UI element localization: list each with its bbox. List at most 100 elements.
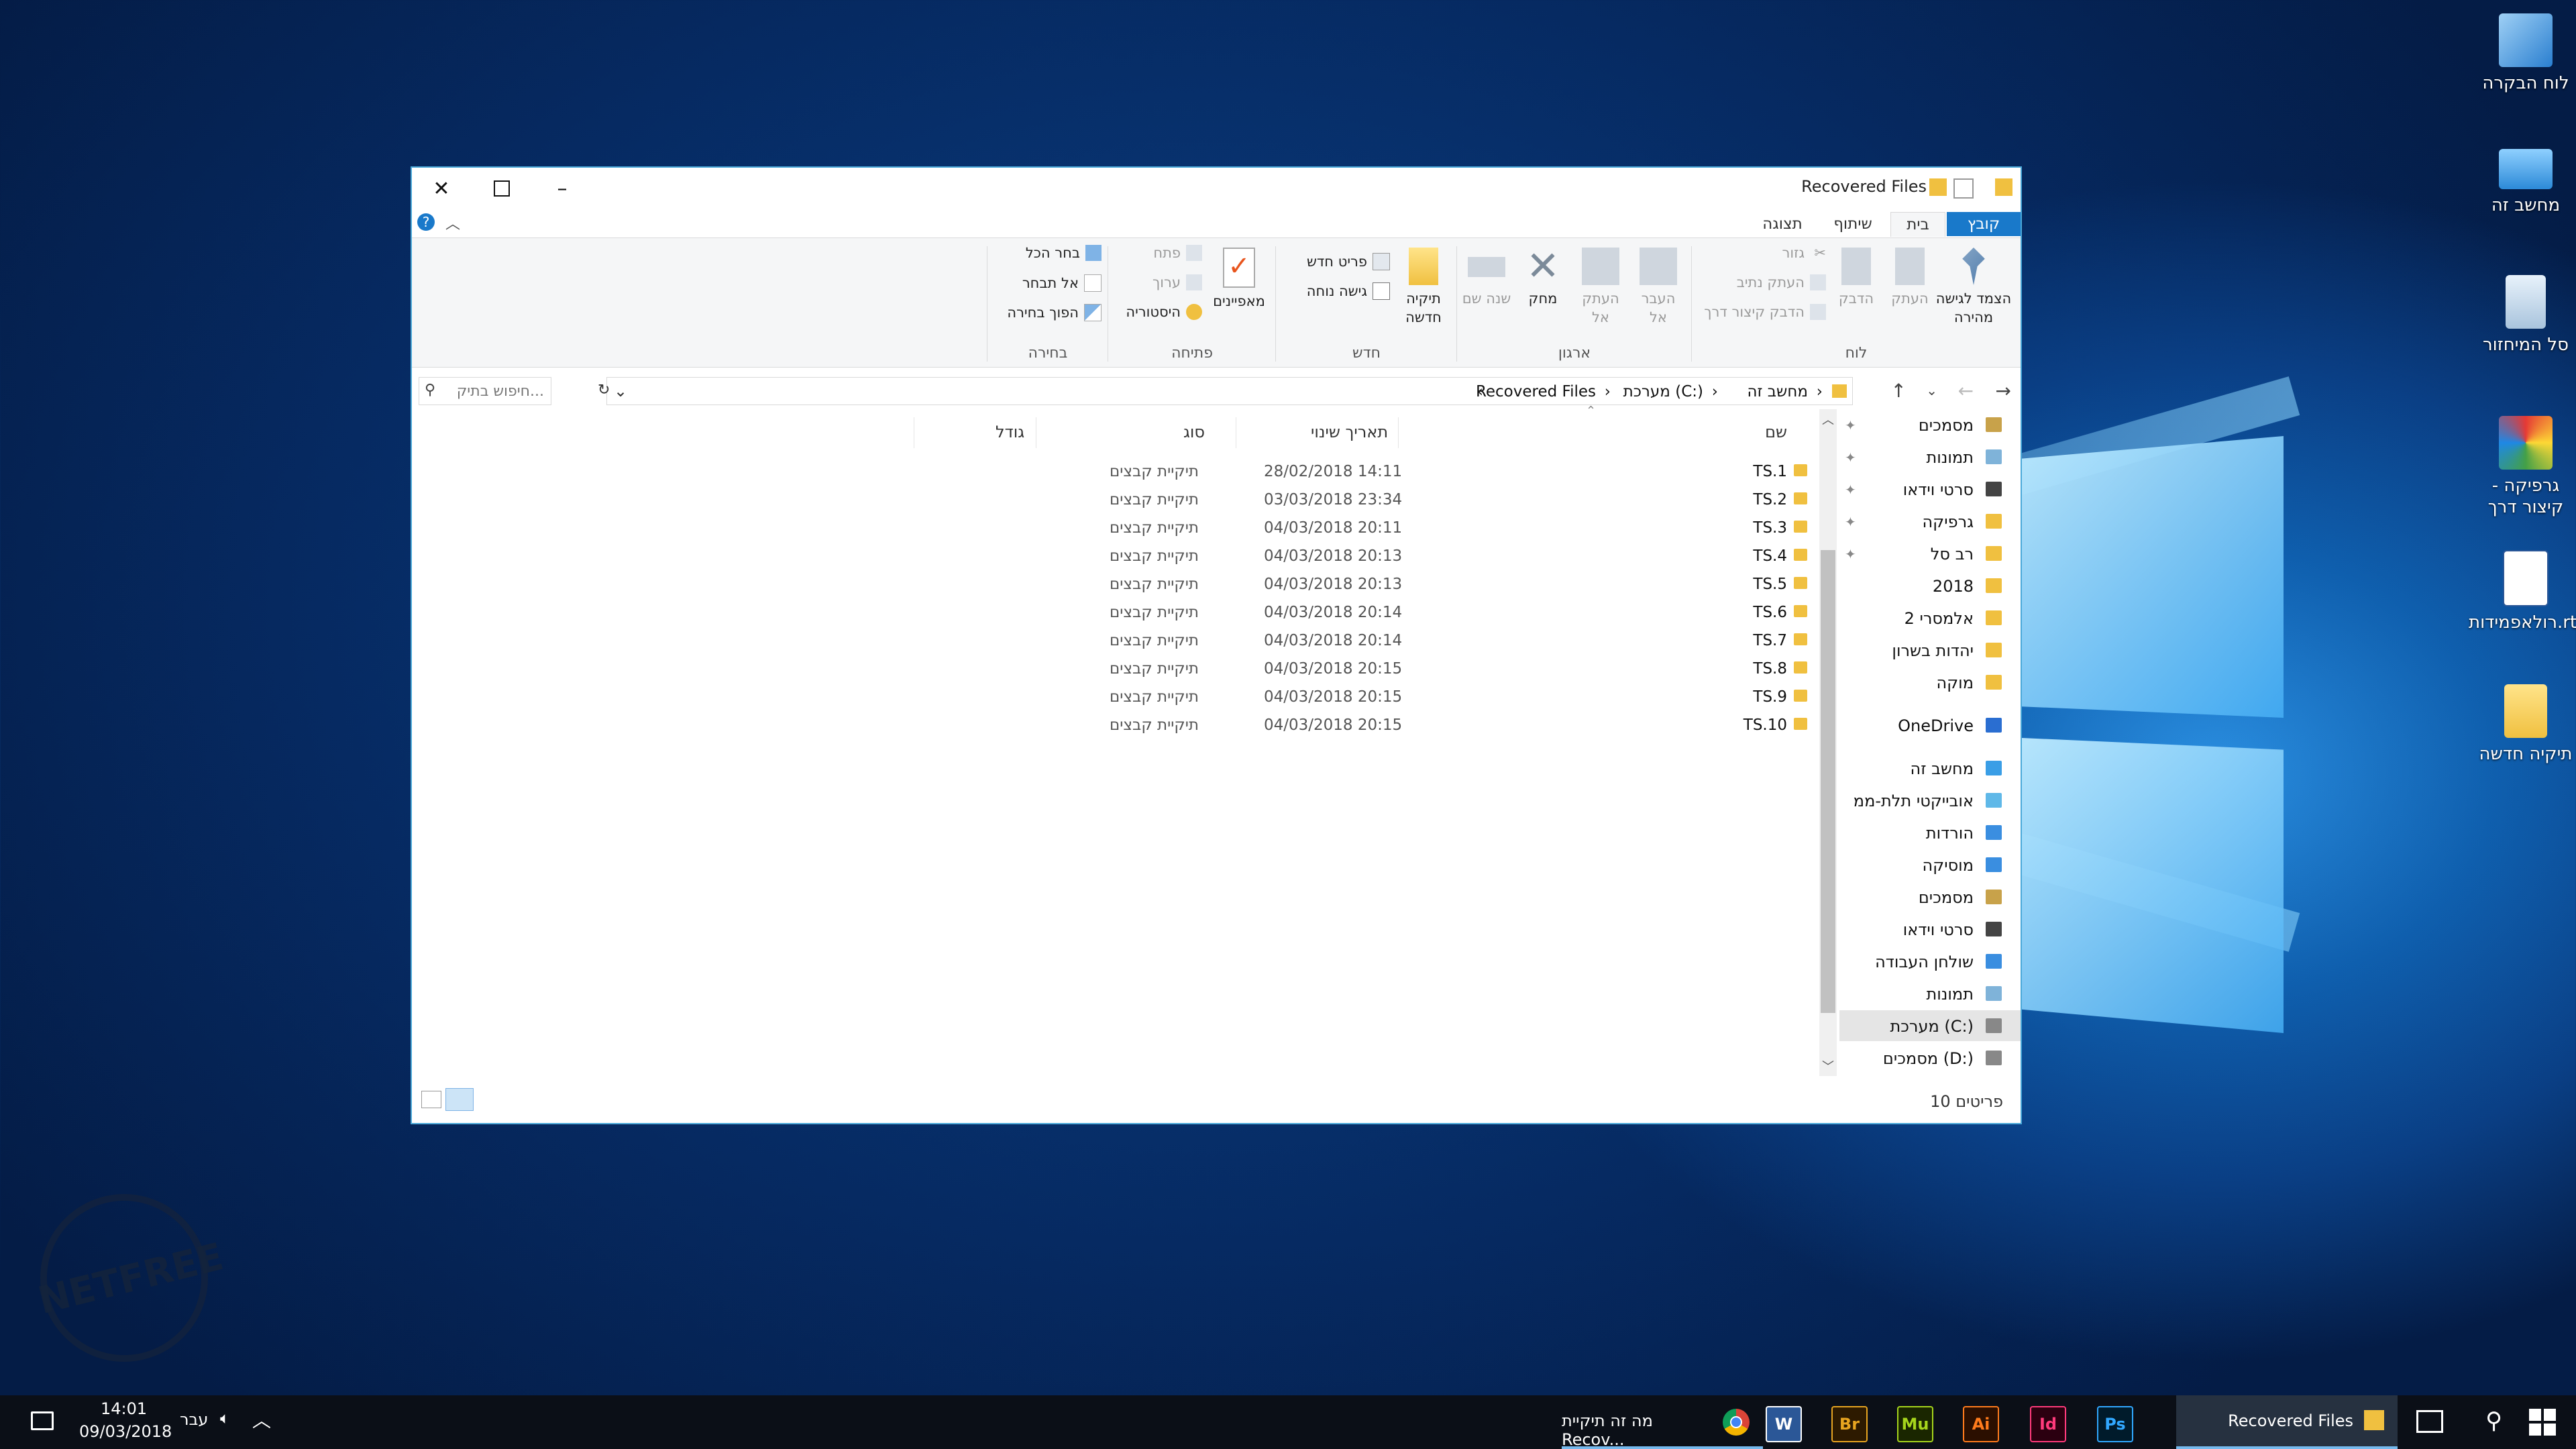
cut-button[interactable]: ✂ גזור (1782, 245, 1827, 261)
forward-button[interactable]: → (1996, 380, 2011, 402)
sidebar-item[interactable]: 2018 (1839, 570, 2021, 601)
table-row[interactable]: TS.10 04/03/2018 20:15 תיקיית קבצים (412, 711, 1817, 739)
sidebar-item[interactable]: מחשב זה (1839, 753, 2021, 784)
desktop-icon-this-pc[interactable]: מחשב זה (2469, 141, 2576, 216)
desktop-icon-recycle-bin[interactable]: סל המיחזור (2469, 275, 2576, 356)
column-separator[interactable] (1398, 417, 1399, 448)
invert-selection-button[interactable]: הפוך בחירה (1007, 304, 1102, 321)
easy-access-button[interactable]: גישה נוחה (1307, 282, 1390, 300)
nav-scrollbar[interactable]: ︿ ﹀ (1819, 409, 1837, 1076)
large-icons-view-icon[interactable] (421, 1091, 441, 1108)
table-row[interactable]: TS.9 04/03/2018 20:15 תיקיית קבצים (412, 683, 1817, 711)
start-button[interactable] (2529, 1409, 2556, 1436)
taskbar-chrome-window[interactable]: מה זה תיקיית Recov... (1562, 1395, 1763, 1449)
table-row[interactable]: TS.8 04/03/2018 20:15 תיקיית קבצים (412, 655, 1817, 683)
taskbar-app-illustrator[interactable]: Ai (1963, 1406, 1999, 1442)
sidebar-item[interactable]: OneDrive (1839, 710, 2021, 741)
sidebar-item[interactable]: מסמכים (D:) (1839, 1042, 2021, 1073)
sidebar-item[interactable]: אובייקטי תלת-ממ (1839, 785, 2021, 816)
sidebar-item[interactable]: תמונות ✦ (1839, 441, 2021, 472)
column-header-size[interactable]: גודל (996, 423, 1024, 441)
refresh-button[interactable]: ↻ (598, 382, 610, 398)
action-center-icon[interactable] (31, 1411, 54, 1430)
help-icon[interactable]: ? (417, 213, 435, 231)
rename-button[interactable]: שנה שם (1460, 248, 1513, 308)
open-button[interactable]: פתח (1153, 245, 1202, 261)
desktop-icon-graphics-shortcut[interactable]: גרפיקה - קיצור דרך (2469, 416, 2576, 518)
tab-home[interactable]: בית (1890, 212, 1945, 237)
edit-button[interactable]: ערוך (1152, 274, 1202, 290)
paste-shortcut-button[interactable]: הדבק קיצור דרך (1704, 304, 1826, 320)
scroll-up-icon[interactable]: ︿ (1822, 411, 1834, 428)
taskbar-app-bridge[interactable]: Br (1831, 1406, 1868, 1442)
scrollbar-thumb[interactable] (1821, 550, 1835, 1013)
paste-button[interactable]: הדבק (1833, 248, 1880, 308)
details-view-icon[interactable] (445, 1088, 474, 1111)
tab-file[interactable]: קובץ (1947, 212, 2021, 236)
table-row[interactable]: TS.2 03/03/2018 23:34 תיקיית קבצים (412, 486, 1817, 514)
taskbar-app-indesign[interactable]: Id (2030, 1406, 2066, 1442)
collapse-ribbon-icon[interactable]: ︿ (445, 212, 460, 233)
taskbar-app-muse[interactable]: Mu (1897, 1406, 1933, 1442)
show-hidden-icons-button[interactable]: ︿ (252, 1406, 271, 1433)
copy-button[interactable]: העתק (1886, 248, 1933, 308)
sidebar-item[interactable]: רב סל ✦ (1839, 538, 2021, 569)
recent-locations-button[interactable]: ⌄ (1926, 382, 1937, 398)
table-row[interactable]: TS.5 04/03/2018 20:13 תיקיית קבצים (412, 570, 1817, 598)
copy-path-button[interactable]: העתק נתיב (1737, 274, 1826, 290)
table-row[interactable]: TS.7 04/03/2018 20:14 תיקיית קבצים (412, 627, 1817, 655)
scroll-down-icon[interactable]: ﹀ (1822, 1057, 1834, 1075)
sidebar-item[interactable]: אלמסרי 2 (1839, 602, 2021, 633)
sidebar-item[interactable]: יהדות בשרון (1839, 635, 2021, 665)
pin-quick-access-button[interactable]: הצמד לגישה מהירה (1933, 248, 2014, 327)
sidebar-item[interactable]: סרטי וידאו (1839, 914, 2021, 945)
maximize-button[interactable] (475, 172, 529, 205)
new-item-button[interactable]: פריט חדש (1307, 253, 1390, 270)
desktop-icon-rtf-file[interactable]: רולאפמידות.rtf (2469, 550, 2576, 633)
address-dropdown-button[interactable]: ⌄ (614, 382, 627, 400)
sidebar-item[interactable]: תמונות (1839, 978, 2021, 1009)
desktop-icon-control-panel[interactable]: לוח הבקרה (2469, 13, 2576, 94)
back-button[interactable]: ← (1958, 380, 1974, 402)
table-row[interactable]: TS.1 28/02/2018 14:11 תיקיית קבצים (412, 458, 1817, 486)
copy-to-button[interactable]: העתק אל (1574, 248, 1627, 327)
breadcrumb-drive-c[interactable]: מערכת (C:) (1623, 383, 1703, 400)
desktop-icon-new-folder[interactable]: תיקיה חדשה (2469, 684, 2576, 765)
clock-time[interactable]: 14:01 (101, 1399, 147, 1418)
breadcrumb-recovered-files[interactable]: Recovered Files (1476, 383, 1596, 400)
file-explorer-window[interactable]: ✕ – Recovered Files קובץ בית שיתוף תצוגה… (411, 166, 2022, 1124)
sidebar-item[interactable]: מסמכים (1839, 881, 2021, 912)
new-folder-quick-icon[interactable] (1929, 178, 1947, 196)
sidebar-item[interactable]: הורדות (1839, 817, 2021, 848)
volume-icon[interactable]: 🔈︎ (220, 1409, 229, 1428)
sidebar-item[interactable]: מוקה (1839, 667, 2021, 698)
column-header-type[interactable]: סוג (1183, 423, 1205, 441)
select-none-button[interactable]: אל תבחר (1022, 274, 1102, 292)
clock-date[interactable]: 09/03/2018 (79, 1422, 172, 1441)
select-all-button[interactable]: בחר הכל (1026, 245, 1102, 261)
navigation-pane[interactable]: ︿ ﹀ מסמכים ✦ תמונות ✦ סרטי וידאו ✦ גרפיקה ✦ רב ס… (1819, 409, 2021, 1076)
language-indicator[interactable]: עבר (180, 1410, 208, 1429)
tab-share[interactable]: שיתוף (1819, 212, 1886, 236)
address-bar[interactable]: › מחשב זה › מערכת (C:) › Recovered Files… (598, 377, 1853, 405)
sidebar-item[interactable]: מערכת (C:) (1839, 1010, 2021, 1041)
table-row[interactable]: TS.4 04/03/2018 20:13 תיקיית קבצים (412, 542, 1817, 570)
column-header-name[interactable]: שם (1765, 423, 1787, 441)
search-box[interactable]: חיפוש בתיק... ⚲ (419, 377, 551, 405)
new-folder-button[interactable]: תיקיה חדשה (1397, 248, 1450, 327)
breadcrumb-this-pc[interactable]: מחשב זה (1747, 383, 1808, 400)
column-header-date[interactable]: תאריך שינוי (1311, 423, 1388, 441)
search-icon[interactable]: ⚲ (2485, 1407, 2502, 1434)
sidebar-item[interactable]: מוסיקה (1839, 849, 2021, 880)
history-button[interactable]: היסטוריה (1126, 304, 1202, 320)
task-view-icon[interactable] (2416, 1410, 2443, 1433)
sidebar-item[interactable]: סרטי וידאו ✦ (1839, 474, 2021, 504)
sidebar-item[interactable]: גרפיקה ✦ (1839, 506, 2021, 537)
delete-button[interactable]: ✕ מחק (1516, 246, 1570, 308)
taskbar-app-word[interactable]: W (1766, 1406, 1802, 1442)
up-button[interactable]: ↑ (1891, 380, 1907, 402)
table-row[interactable]: TS.6 04/03/2018 20:14 תיקיית קבצים (412, 598, 1817, 627)
tab-view[interactable]: תצוגה (1752, 212, 1813, 236)
taskbar-explorer-window[interactable]: Recovered Files (2176, 1395, 2398, 1449)
move-to-button[interactable]: העבר אל (1631, 248, 1685, 327)
